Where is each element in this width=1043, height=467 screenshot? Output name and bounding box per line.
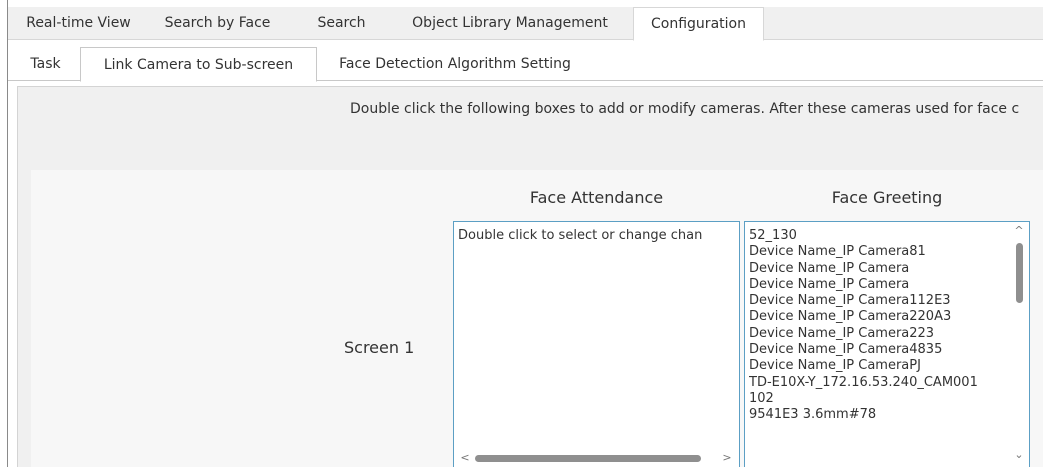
content-area: Double click the following boxes to add … xyxy=(17,86,1043,467)
subtab-link-camera-to-sub-screen[interactable]: Link Camera to Sub-screen xyxy=(80,47,317,82)
screen-label: Screen 1 xyxy=(344,338,415,357)
list-item[interactable]: TD-E10X-Y_172.16.53.240_CAM001 xyxy=(749,375,1009,391)
attendance-placeholder-text: Double click to select or change chan xyxy=(458,228,703,243)
tab-configuration[interactable]: Configuration xyxy=(633,7,764,41)
list-item[interactable]: Device Name_IP Camera81 xyxy=(749,244,1009,260)
sub-tab-bar: Task Link Camera to Sub-screen Face Dete… xyxy=(8,47,1043,82)
list-item[interactable]: Device Name_IP Camera xyxy=(749,261,1009,277)
screen-panel: Face Attendance Face Greeting Screen 1 D… xyxy=(31,170,1043,467)
vertical-scrollbar[interactable]: ^ ⌄ xyxy=(1011,225,1027,465)
instruction-text: Double click the following boxes to add … xyxy=(350,101,1020,117)
horizontal-scrollbar[interactable]: < > xyxy=(457,451,735,465)
list-item[interactable]: Device Name_IP Camera xyxy=(749,277,1009,293)
list-item[interactable]: 102 xyxy=(749,391,1009,407)
tab-search-by-face[interactable]: Search by Face xyxy=(139,7,296,40)
face-attendance-listbox[interactable]: Double click to select or change chan < … xyxy=(453,221,740,467)
scroll-up-icon[interactable]: ^ xyxy=(1011,225,1027,237)
greeting-camera-list: 52_130 Device Name_IP Camera81 Device Na… xyxy=(749,228,1009,424)
link-camera-window: Real-time View Search by Face Search Obj… xyxy=(0,0,1043,467)
face-attendance-header: Face Attendance xyxy=(529,188,664,207)
list-item[interactable]: Device Name_IP Camera4835 xyxy=(749,342,1009,358)
scroll-down-icon[interactable]: ⌄ xyxy=(1011,449,1027,461)
list-item[interactable]: Device Name_IP Camera112E3 xyxy=(749,293,1009,309)
top-tab-bar: Real-time View Search by Face Search Obj… xyxy=(8,7,1043,41)
tab-real-time-view[interactable]: Real-time View xyxy=(18,7,139,40)
scroll-left-icon[interactable]: < xyxy=(457,452,473,464)
subtab-task[interactable]: Task xyxy=(11,47,80,81)
tab-search[interactable]: Search xyxy=(296,7,387,40)
subtab-face-detection-algorithm-setting[interactable]: Face Detection Algorithm Setting xyxy=(317,47,593,81)
list-item[interactable]: Device Name_IP Camera220A3 xyxy=(749,309,1009,325)
tab-object-library-management[interactable]: Object Library Management xyxy=(387,7,633,40)
scroll-right-icon[interactable]: > xyxy=(719,452,735,464)
horizontal-scroll-thumb[interactable] xyxy=(475,455,701,462)
face-greeting-listbox[interactable]: 52_130 Device Name_IP Camera81 Device Na… xyxy=(744,221,1030,467)
list-item[interactable]: 52_130 xyxy=(749,228,1009,244)
list-item[interactable]: Device Name_IP Camera223 xyxy=(749,326,1009,342)
list-item[interactable]: Device Name_IP CameraPJ xyxy=(749,358,1009,374)
list-item[interactable]: 9541E3 3.6mm#78 xyxy=(749,407,1009,423)
vertical-scroll-thumb[interactable] xyxy=(1016,243,1023,303)
face-greeting-header: Face Greeting xyxy=(831,188,943,207)
